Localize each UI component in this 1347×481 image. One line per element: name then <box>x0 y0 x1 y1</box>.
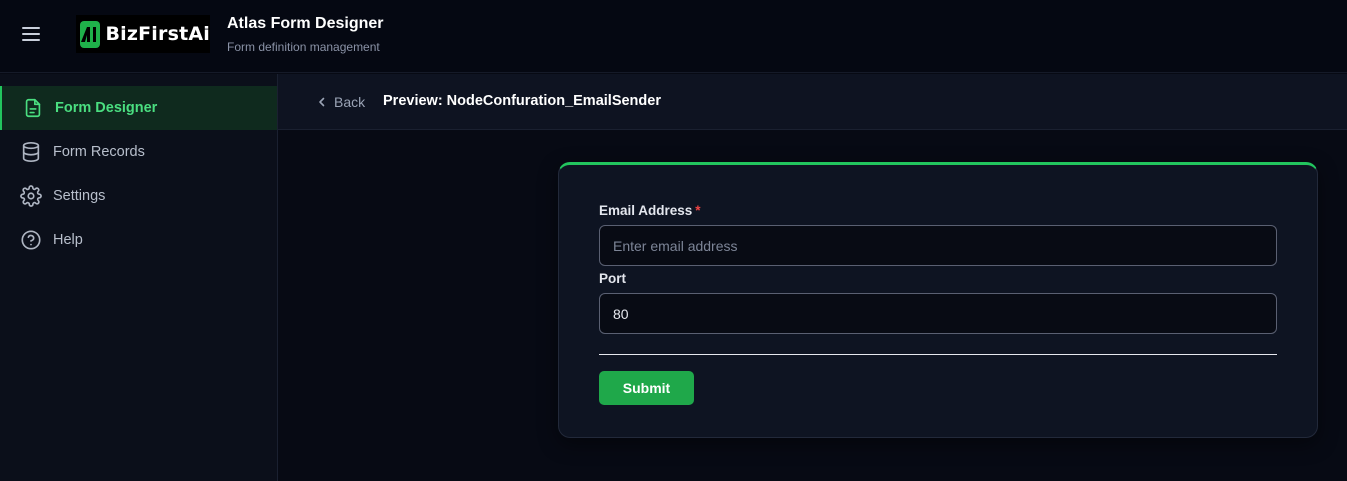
sidebar-item-form-designer[interactable]: Form Designer <box>0 86 277 130</box>
sidebar-item-label: Form Designer <box>55 100 158 116</box>
form-preview-card: Email Address* Port Submit <box>558 162 1318 438</box>
sidebar-item-label: Help <box>53 232 83 248</box>
sidebar-item-label: Form Records <box>53 144 145 160</box>
required-asterisk: * <box>695 203 701 218</box>
gear-icon <box>20 185 42 207</box>
sidebar-item-help[interactable]: Help <box>0 218 277 262</box>
sidebar: Form Designer Form Records Settings Help <box>0 74 278 481</box>
sidebar-item-settings[interactable]: Settings <box>0 174 277 218</box>
help-circle-icon <box>21 230 41 250</box>
file-text-icon <box>25 98 41 118</box>
email-field-label: Email Address * <box>599 203 701 218</box>
preview-toolbar: Back Preview: NodeConfuration_EmailSende… <box>278 74 1347 130</box>
email-field[interactable] <box>599 225 1277 266</box>
app-subtitle: Form definition management <box>227 40 380 54</box>
app-header: BizFirstAi Atlas Form Designer Form defi… <box>0 0 1347 73</box>
port-field-label: Port <box>599 271 626 286</box>
database-icon <box>22 142 40 162</box>
form-divider <box>599 354 1277 355</box>
hamburger-menu-icon[interactable] <box>22 22 58 46</box>
app-title: Atlas Form Designer <box>227 15 384 32</box>
logo-mark-icon <box>80 20 101 48</box>
port-field[interactable] <box>599 293 1277 334</box>
email-label-text: Email Address <box>599 203 693 218</box>
submit-button[interactable]: Submit <box>599 371 694 405</box>
back-button[interactable]: Back <box>316 92 365 112</box>
brand-logo[interactable]: BizFirstAi <box>76 15 210 53</box>
preview-title: Preview: NodeConfuration_EmailSender <box>383 93 661 109</box>
sidebar-item-form-records[interactable]: Form Records <box>0 130 277 174</box>
back-label: Back <box>334 94 366 110</box>
logo-text: BizFirstAi <box>105 23 210 45</box>
chevron-left-icon <box>319 97 325 107</box>
sidebar-item-label: Settings <box>53 188 106 204</box>
